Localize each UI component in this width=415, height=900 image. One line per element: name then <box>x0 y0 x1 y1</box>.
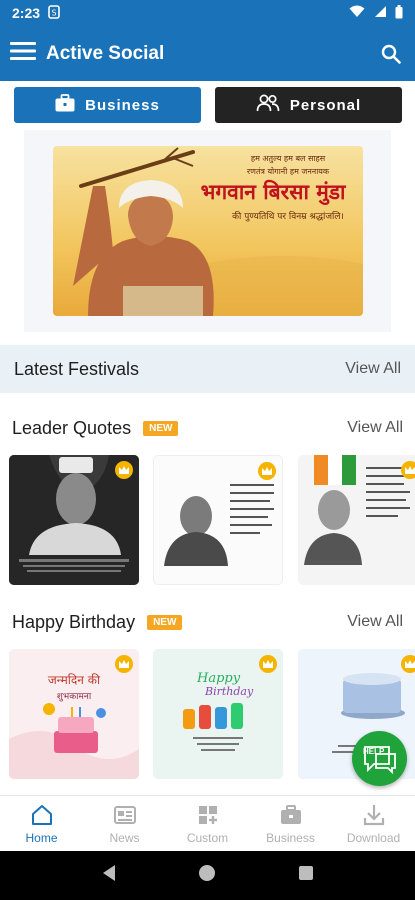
custom-icon <box>198 805 217 824</box>
sync-icon: S <box>48 4 60 22</box>
happy-birthday-view-all[interactable]: View All <box>347 613 403 631</box>
briefcase-icon <box>280 804 301 824</box>
happy-birthday-header: Happy Birthday NEW View All <box>0 607 415 637</box>
leader-quotes-header: Leader Quotes NEW View All <box>0 413 415 443</box>
birthday-card[interactable]: Happy Birthday <box>153 649 283 779</box>
premium-crown-icon <box>259 655 277 673</box>
happy-birthday-title: Happy Birthday <box>12 611 136 632</box>
personal-tab-button[interactable]: Personal <box>215 87 402 123</box>
nav-business-label: Business <box>266 830 315 845</box>
wifi-icon <box>349 5 365 21</box>
premium-crown-icon <box>115 655 133 673</box>
banner-line-4: की पुण्यतिथि पर विनम्र श्रद्धांजलि। <box>232 212 344 222</box>
briefcase-icon <box>55 94 75 116</box>
nav-news-label: News <box>109 830 140 845</box>
banner-carousel[interactable]: हम अतुल्य हम बल साहस रणतंत्र योगानी हम ज… <box>0 130 415 332</box>
leader-quote-card[interactable] <box>298 455 415 585</box>
nav-business[interactable]: Business <box>249 796 332 851</box>
premium-crown-icon <box>401 655 415 673</box>
nav-download-label: Download <box>346 830 401 845</box>
personal-tab-label: Personal <box>289 96 362 114</box>
app-bar: Active Social <box>0 26 415 81</box>
battery-icon <box>395 4 403 22</box>
new-badge: NEW <box>147 614 183 630</box>
premium-crown-icon <box>115 461 133 479</box>
birthday-card-subtitle: शुभकामना <box>56 692 92 702</box>
app-title: Active Social <box>46 42 165 64</box>
status-time: 2:23 <box>12 5 41 21</box>
help-button[interactable]: HELP <box>352 731 407 786</box>
status-bar: 2:23 S <box>0 0 415 26</box>
nav-news[interactable]: News <box>83 796 166 851</box>
help-label: HELP <box>363 747 385 756</box>
system-navigation-bar <box>0 851 415 900</box>
latest-festivals-view-all[interactable]: View All <box>345 360 401 378</box>
back-icon[interactable] <box>101 864 117 887</box>
carousel-next-slide[interactable] <box>391 130 415 332</box>
premium-crown-icon <box>258 462 276 480</box>
business-tab-label: Business <box>85 96 160 114</box>
new-badge: NEW <box>143 420 179 436</box>
nav-home[interactable]: Home <box>0 796 83 851</box>
nav-download[interactable]: Download <box>332 796 415 851</box>
leader-quote-card[interactable] <box>9 455 139 585</box>
nav-custom[interactable]: Custom <box>166 796 249 851</box>
birthday-card-happy-text: Happy <box>197 671 241 686</box>
people-icon <box>256 94 280 116</box>
download-icon <box>363 804 384 825</box>
leader-quote-card[interactable] <box>153 455 283 585</box>
search-icon[interactable] <box>377 40 405 68</box>
home-icon <box>31 804 52 825</box>
home-circle-icon[interactable] <box>198 864 216 887</box>
recents-icon[interactable] <box>298 865 314 886</box>
leader-quotes-view-all[interactable]: View All <box>347 419 403 437</box>
leader-portrait-image <box>298 455 415 585</box>
banner-line-1: हम अतुल्य हम बल साहस <box>250 154 326 163</box>
carousel-previous-slide[interactable] <box>0 130 24 332</box>
svg-text:S: S <box>51 8 56 17</box>
latest-festivals-header: Latest Festivals View All <box>0 345 415 393</box>
signal-icon <box>373 5 387 21</box>
leader-quotes-title: Leader Quotes <box>12 417 132 438</box>
banner-line-2: रणतंत्र योगानी हम जननायक <box>246 167 330 176</box>
nav-custom-label: Custom <box>186 830 229 845</box>
birthday-card-title: जन्मदिन की <box>47 673 101 687</box>
banner-slide[interactable]: हम अतुल्य हम बल साहस रणतंत्र योगानी हम ज… <box>53 146 363 316</box>
menu-icon[interactable] <box>10 41 36 66</box>
nav-home-label: Home <box>25 830 58 845</box>
birthday-card[interactable]: जन्मदिन की शुभकामना <box>9 649 139 779</box>
premium-crown-icon <box>401 461 415 479</box>
bottom-navigation: Home News Custom Business Download <box>0 795 415 851</box>
birthday-card-birthday-text: Birthday <box>205 685 254 698</box>
banner-title: भगवान बिरसा मुंडा <box>200 180 346 204</box>
business-tab-button[interactable]: Business <box>14 87 201 123</box>
news-icon <box>113 805 136 824</box>
latest-festivals-title: Latest Festivals <box>14 358 140 379</box>
